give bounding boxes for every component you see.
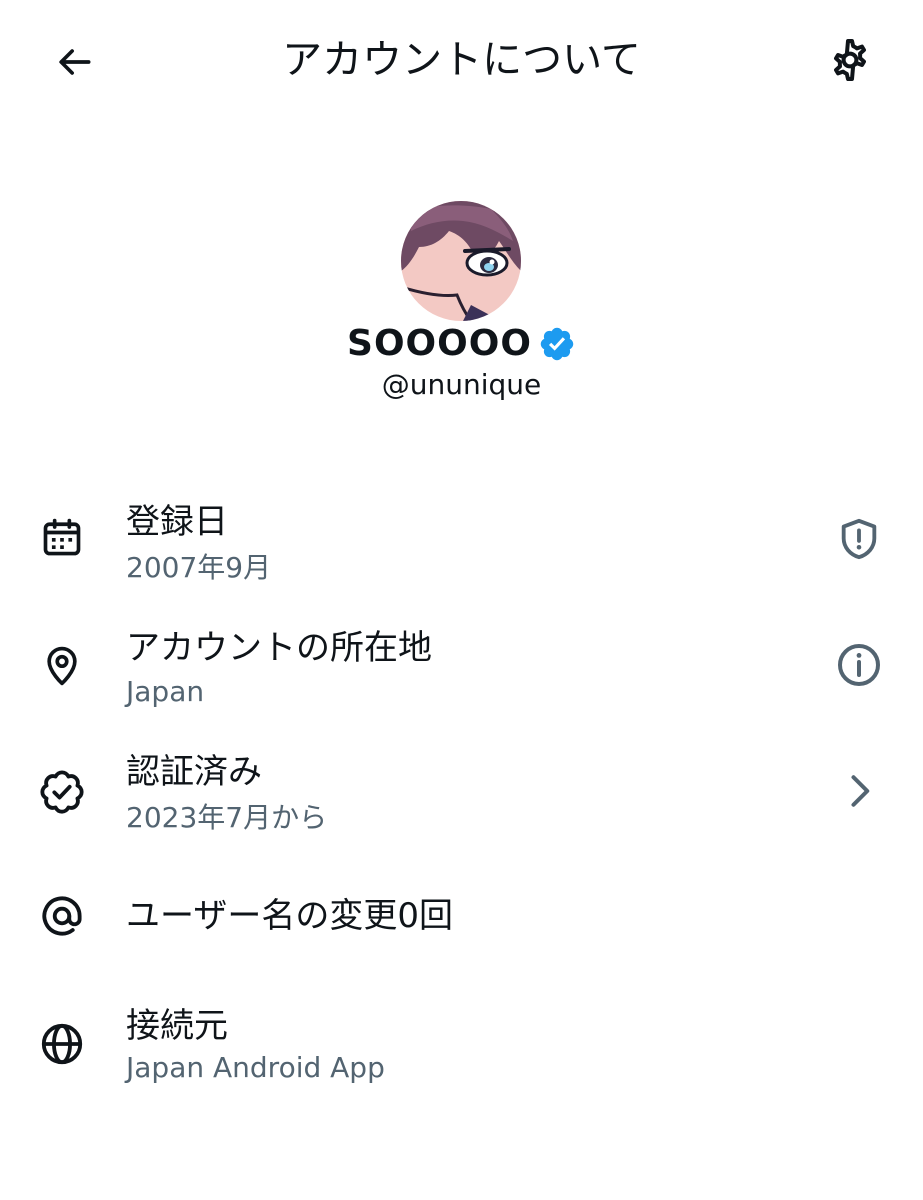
verified-label: 認証済み <box>126 752 262 792</box>
join-date-value: 2007年9月 <box>126 551 272 584</box>
calendar-icon <box>38 514 86 562</box>
connected-via-value: Japan Android App <box>126 1051 385 1084</box>
location-pin-icon <box>38 642 86 690</box>
info-icon[interactable] <box>834 640 884 690</box>
settings-button[interactable] <box>822 32 878 88</box>
shield-alert-icon[interactable] <box>834 514 884 564</box>
gear-icon <box>826 36 874 84</box>
verified-badge-icon <box>538 325 576 363</box>
page-title: アカウントについて <box>282 37 641 83</box>
display-name: SOOOOO <box>347 323 532 364</box>
top-bar: アカウントについて <box>0 0 923 120</box>
verified-badge-outline-icon <box>38 768 86 816</box>
chevron-right-icon[interactable] <box>834 766 884 816</box>
connected-via-label: 接続元 <box>126 1006 228 1046</box>
name-row: SOOOOO <box>0 321 923 367</box>
verified-since-value: 2023年7月から <box>126 801 328 834</box>
join-date-label: 登録日 <box>126 502 228 542</box>
location-value: Japan <box>126 675 205 708</box>
username-changes-label: ユーザー名の変更0回 <box>126 896 453 936</box>
username-handle: @ununique <box>381 368 542 401</box>
at-sign-icon <box>38 892 86 940</box>
avatar[interactable] <box>401 201 521 321</box>
location-label: アカウントの所在地 <box>126 628 432 668</box>
globe-icon <box>38 1020 86 1068</box>
